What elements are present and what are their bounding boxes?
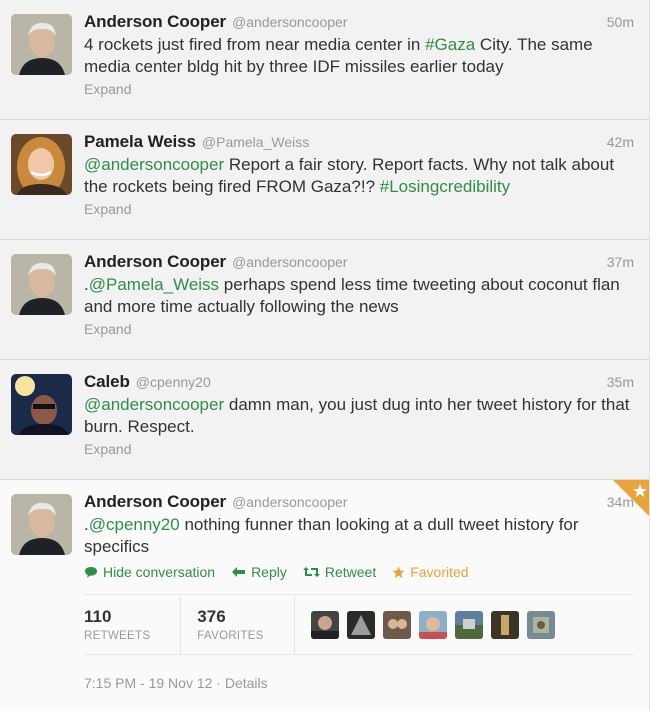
hide-conversation-button[interactable]: Hide conversation bbox=[84, 564, 215, 580]
tweet-header: Anderson Cooper @andersoncooper bbox=[84, 12, 635, 32]
reply-button[interactable]: Reply bbox=[231, 564, 287, 580]
tweet-header: Anderson Cooper @andersoncooper bbox=[84, 252, 635, 272]
mention-link[interactable]: @Pamela_Weiss bbox=[89, 275, 219, 294]
tweet[interactable]: Anderson Cooper @andersoncooper 37m .@Pa… bbox=[0, 240, 649, 360]
mention-link[interactable]: @cpenny20 bbox=[89, 515, 180, 534]
tweet-text: @andersoncooper Report a fair story. Rep… bbox=[84, 154, 639, 198]
timestamp[interactable]: 50m bbox=[607, 14, 634, 30]
favoriters-avatars bbox=[310, 610, 563, 639]
favorited-label: Favorited bbox=[410, 564, 469, 580]
tweet-meta-details[interactable]: 7:15 PM - 19 Nov 12 · Details bbox=[84, 675, 635, 691]
favorites-count: 376 bbox=[197, 607, 226, 626]
favoriter-avatar[interactable] bbox=[418, 610, 447, 639]
author-name[interactable]: Caleb bbox=[84, 372, 130, 392]
expand-link[interactable]: Expand bbox=[84, 441, 131, 457]
tweet-stats: 110 RETWEETS 376 FAVORITES bbox=[84, 594, 634, 655]
retweet-label: Retweet bbox=[324, 564, 377, 580]
timestamp[interactable]: 34m bbox=[607, 494, 634, 510]
star-icon bbox=[392, 566, 405, 579]
tweet-timeline: Anderson Cooper @andersoncooper 50m 4 ro… bbox=[0, 0, 650, 711]
expand-link[interactable]: Expand bbox=[84, 81, 131, 97]
hide-conversation-label: Hide conversation bbox=[103, 564, 216, 580]
chat-bubble-icon bbox=[84, 566, 98, 578]
avatar[interactable] bbox=[11, 494, 72, 555]
timestamp[interactable]: 37m bbox=[607, 254, 634, 270]
mention-link[interactable]: @andersoncooper bbox=[84, 155, 224, 174]
retweet-button[interactable]: Retweet bbox=[302, 564, 377, 580]
hashtag-link[interactable]: #Gaza bbox=[425, 35, 475, 54]
tweet[interactable]: Pamela Weiss @Pamela_Weiss 42m @anderson… bbox=[0, 120, 649, 240]
tweet-text: .@cpenny20 nothing funner than looking a… bbox=[84, 514, 639, 558]
avatar[interactable] bbox=[11, 14, 72, 75]
retweets-label: RETWEETS bbox=[84, 630, 151, 642]
avatar[interactable] bbox=[11, 374, 72, 435]
tweet-text: .@Pamela_Weiss perhaps spend less time t… bbox=[84, 274, 639, 318]
favoriter-avatar[interactable] bbox=[454, 610, 483, 639]
tweet-text-segment: 4 rockets just fired from near media cen… bbox=[84, 35, 426, 54]
timestamp[interactable]: 35m bbox=[607, 374, 634, 390]
favoriter-avatar[interactable] bbox=[526, 610, 555, 639]
favoriter-avatar[interactable] bbox=[310, 610, 339, 639]
favoriter-avatar[interactable] bbox=[382, 610, 411, 639]
retweets-stat[interactable]: 110 RETWEETS bbox=[84, 594, 182, 655]
expand-link[interactable]: Expand bbox=[84, 321, 131, 337]
author-name[interactable]: Anderson Cooper bbox=[84, 252, 226, 272]
author-handle[interactable]: @cpenny20 bbox=[136, 374, 211, 390]
tweet-text: 4 rockets just fired from near media cen… bbox=[84, 34, 639, 78]
tweet[interactable]: Anderson Cooper @andersoncooper 50m 4 ro… bbox=[0, 0, 649, 120]
author-name[interactable]: Anderson Cooper bbox=[84, 12, 226, 32]
author-name[interactable]: Anderson Cooper bbox=[84, 492, 226, 512]
focused-tweet[interactable]: Anderson Cooper @andersoncooper 34m .@cp… bbox=[0, 480, 649, 711]
favorites-stat[interactable]: 376 FAVORITES bbox=[197, 594, 295, 655]
tweet-header: Anderson Cooper @andersoncooper bbox=[84, 492, 635, 512]
tweet[interactable]: Caleb @cpenny20 35m @andersoncooper damn… bbox=[0, 360, 649, 480]
timestamp[interactable]: 42m bbox=[607, 134, 634, 150]
reply-label: Reply bbox=[251, 564, 287, 580]
tweet-header: Pamela Weiss @Pamela_Weiss bbox=[84, 132, 635, 152]
avatar[interactable] bbox=[11, 134, 72, 195]
retweets-count: 110 bbox=[84, 607, 112, 626]
favorites-label: FAVORITES bbox=[197, 630, 264, 642]
favoriter-avatar[interactable] bbox=[346, 610, 375, 639]
author-handle[interactable]: @andersoncooper bbox=[232, 254, 347, 270]
author-handle[interactable]: @andersoncooper bbox=[232, 494, 347, 510]
favorited-button[interactable]: Favorited bbox=[392, 564, 469, 580]
retweet-icon bbox=[302, 566, 320, 578]
reply-arrow-icon bbox=[231, 566, 246, 578]
tweet-text: @andersoncooper damn man, you just dug i… bbox=[84, 394, 639, 438]
hashtag-link[interactable]: #Losingcredibility bbox=[380, 177, 510, 196]
author-handle[interactable]: @andersoncooper bbox=[232, 14, 347, 30]
expand-link[interactable]: Expand bbox=[84, 201, 131, 217]
favoriter-avatar[interactable] bbox=[490, 610, 519, 639]
tweet-actions: Hide conversation Reply Retweet Favorite… bbox=[84, 564, 635, 580]
author-handle[interactable]: @Pamela_Weiss bbox=[202, 134, 309, 150]
avatar[interactable] bbox=[11, 254, 72, 315]
mention-link[interactable]: @andersoncooper bbox=[84, 395, 224, 414]
author-name[interactable]: Pamela Weiss bbox=[84, 132, 196, 152]
tweet-header: Caleb @cpenny20 bbox=[84, 372, 635, 392]
